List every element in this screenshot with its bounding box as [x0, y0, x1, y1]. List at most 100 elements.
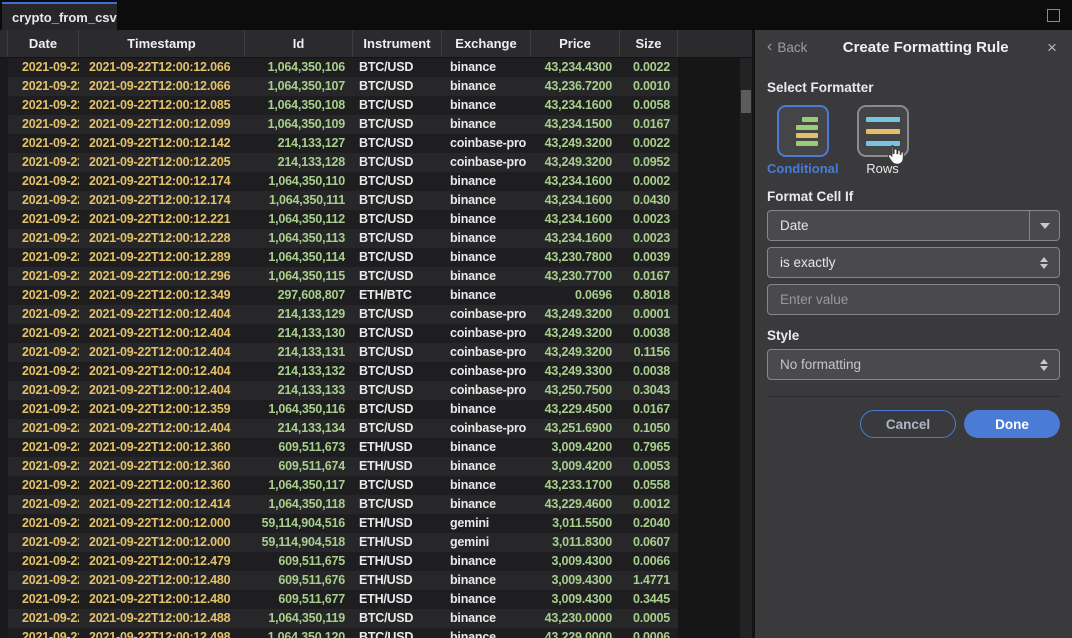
table-row[interactable]: 2021-09-222021-09-22T12:00:12.3591,064,3… — [0, 400, 678, 419]
column-header-size[interactable]: Size — [620, 30, 678, 57]
dropdown-arrow-box[interactable] — [1029, 211, 1059, 240]
operator-select[interactable]: is exactly — [767, 247, 1060, 278]
cell-instrument: BTC/USD — [353, 191, 442, 210]
table-row[interactable]: 2021-09-222021-09-22T12:00:12.404214,133… — [0, 324, 678, 343]
cell-id: 214,133,133 — [245, 381, 353, 400]
table-row[interactable]: 2021-09-222021-09-22T12:00:12.2961,064,3… — [0, 267, 678, 286]
table-row[interactable]: 2021-09-222021-09-22T12:00:12.360609,511… — [0, 438, 678, 457]
table-body: 2021-09-222021-09-22T12:00:12.0661,064,3… — [0, 58, 678, 638]
header-gutter — [0, 30, 8, 57]
table-row[interactable]: 2021-09-222021-09-22T12:00:12.404214,133… — [0, 419, 678, 438]
table-row[interactable]: 2021-09-222021-09-22T12:00:12.1741,064,3… — [0, 191, 678, 210]
maximize-icon[interactable] — [1047, 9, 1060, 22]
cell-exchange: binance — [442, 476, 531, 495]
conditional-formatter-icon[interactable] — [777, 105, 829, 157]
table-row[interactable]: 2021-09-222021-09-22T12:00:12.00059,114,… — [0, 514, 678, 533]
table-row[interactable]: 2021-09-222021-09-22T12:00:12.360609,511… — [0, 457, 678, 476]
cell-exchange: coinbase-pro — [442, 362, 531, 381]
table-row[interactable]: 2021-09-222021-09-22T12:00:12.349297,608… — [0, 286, 678, 305]
column-header-exchange[interactable]: Exchange — [442, 30, 531, 57]
cell-size: 0.0023 — [620, 210, 678, 229]
formatter-option-conditional[interactable]: Conditional — [767, 105, 839, 176]
cell-instrument: BTC/USD — [353, 267, 442, 286]
cell-instrument: ETH/USD — [353, 533, 442, 552]
cell-timestamp: 2021-09-22T12:00:12.349 — [79, 286, 245, 305]
table-row[interactable]: 2021-09-222021-09-22T12:00:12.2891,064,3… — [0, 248, 678, 267]
column-header-price[interactable]: Price — [531, 30, 620, 57]
table-row[interactable]: 2021-09-222021-09-22T12:00:12.404214,133… — [0, 381, 678, 400]
scrollbar-thumb[interactable] — [741, 90, 751, 113]
column-header-instrument[interactable]: Instrument — [353, 30, 442, 57]
value-input[interactable]: Enter value — [767, 284, 1060, 315]
cell-instrument: ETH/USD — [353, 514, 442, 533]
cell-size: 0.0010 — [620, 77, 678, 96]
cell-id: 1,064,350,113 — [245, 229, 353, 248]
table-row[interactable]: 2021-09-222021-09-22T12:00:12.480609,511… — [0, 571, 678, 590]
cell-date: 2021-09-22 — [8, 77, 79, 96]
cell-id: 1,064,350,106 — [245, 58, 353, 77]
tab-crypto-from-csv[interactable]: crypto_from_csv — [2, 2, 117, 30]
cancel-button[interactable]: Cancel — [860, 410, 956, 438]
column-header-id[interactable]: Id — [245, 30, 353, 57]
row-gutter — [0, 305, 8, 324]
cell-exchange: binance — [442, 590, 531, 609]
cell-exchange: gemini — [442, 533, 531, 552]
cell-timestamp: 2021-09-22T12:00:12.404 — [79, 381, 245, 400]
table-row[interactable]: 2021-09-222021-09-22T12:00:12.4881,064,3… — [0, 609, 678, 628]
table-row[interactable]: 2021-09-222021-09-22T12:00:12.404214,133… — [0, 343, 678, 362]
cell-price: 0.0696 — [531, 286, 620, 305]
cell-size: 0.0430 — [620, 191, 678, 210]
cell-size: 0.0002 — [620, 172, 678, 191]
cell-instrument: ETH/USD — [353, 438, 442, 457]
cell-instrument: ETH/USD — [353, 552, 442, 571]
cell-id: 609,511,674 — [245, 457, 353, 476]
table-row[interactable]: 2021-09-222021-09-22T12:00:12.479609,511… — [0, 552, 678, 571]
row-gutter — [0, 362, 8, 381]
back-button[interactable]: ‹ Back — [767, 39, 807, 55]
cell-exchange: coinbase-pro — [442, 305, 531, 324]
row-gutter — [0, 571, 8, 590]
table-row[interactable]: 2021-09-222021-09-22T12:00:12.00059,114,… — [0, 533, 678, 552]
column-header-date[interactable]: Date — [8, 30, 79, 57]
cell-exchange: coinbase-pro — [442, 324, 531, 343]
cell-size: 0.0952 — [620, 153, 678, 172]
column-header-timestamp[interactable]: Timestamp — [79, 30, 245, 57]
table-row[interactable]: 2021-09-222021-09-22T12:00:12.0661,064,3… — [0, 77, 678, 96]
table-row[interactable]: 2021-09-222021-09-22T12:00:12.142214,133… — [0, 134, 678, 153]
operator-select-value: is exactly — [768, 255, 1040, 270]
select-formatter-label: Select Formatter — [767, 80, 1060, 95]
table-row[interactable]: 2021-09-222021-09-22T12:00:12.1741,064,3… — [0, 172, 678, 191]
row-gutter — [0, 457, 8, 476]
cell-size: 0.0607 — [620, 533, 678, 552]
table-row[interactable]: 2021-09-222021-09-22T12:00:12.4981,064,3… — [0, 628, 678, 638]
back-chevron-icon: ‹ — [767, 39, 772, 55]
table-row[interactable]: 2021-09-222021-09-22T12:00:12.0851,064,3… — [0, 96, 678, 115]
title-bar: crypto_from_csv — [0, 0, 1072, 30]
cell-id: 609,511,675 — [245, 552, 353, 571]
table-row[interactable]: 2021-09-222021-09-22T12:00:12.404214,133… — [0, 305, 678, 324]
cell-date: 2021-09-22 — [8, 229, 79, 248]
done-button[interactable]: Done — [964, 410, 1060, 438]
column-select[interactable]: Date — [767, 210, 1060, 241]
cell-size: 0.1050 — [620, 419, 678, 438]
table-row[interactable]: 2021-09-222021-09-22T12:00:12.3601,064,3… — [0, 476, 678, 495]
table-row[interactable]: 2021-09-222021-09-22T12:00:12.2281,064,3… — [0, 229, 678, 248]
close-icon[interactable]: × — [1044, 39, 1060, 56]
cell-price: 43,249.3200 — [531, 343, 620, 362]
table-row[interactable]: 2021-09-222021-09-22T12:00:12.205214,133… — [0, 153, 678, 172]
table-row[interactable]: 2021-09-222021-09-22T12:00:12.0661,064,3… — [0, 58, 678, 77]
table-row[interactable]: 2021-09-222021-09-22T12:00:12.404214,133… — [0, 362, 678, 381]
table-row[interactable]: 2021-09-222021-09-22T12:00:12.480609,511… — [0, 590, 678, 609]
table-row[interactable]: 2021-09-222021-09-22T12:00:12.0991,064,3… — [0, 115, 678, 134]
table-row[interactable]: 2021-09-222021-09-22T12:00:12.2211,064,3… — [0, 210, 678, 229]
cell-id: 59,114,904,516 — [245, 514, 353, 533]
vertical-scrollbar[interactable] — [740, 58, 752, 638]
cell-timestamp: 2021-09-22T12:00:12.066 — [79, 58, 245, 77]
cell-price: 43,234.1600 — [531, 191, 620, 210]
table-row[interactable]: 2021-09-222021-09-22T12:00:12.4141,064,3… — [0, 495, 678, 514]
style-select[interactable]: No formatting — [767, 349, 1060, 380]
row-gutter — [0, 552, 8, 571]
create-formatting-rule-panel: ‹ Back Create Formatting Rule × Select F… — [752, 30, 1072, 638]
cell-price: 43,236.7200 — [531, 77, 620, 96]
row-gutter — [0, 438, 8, 457]
